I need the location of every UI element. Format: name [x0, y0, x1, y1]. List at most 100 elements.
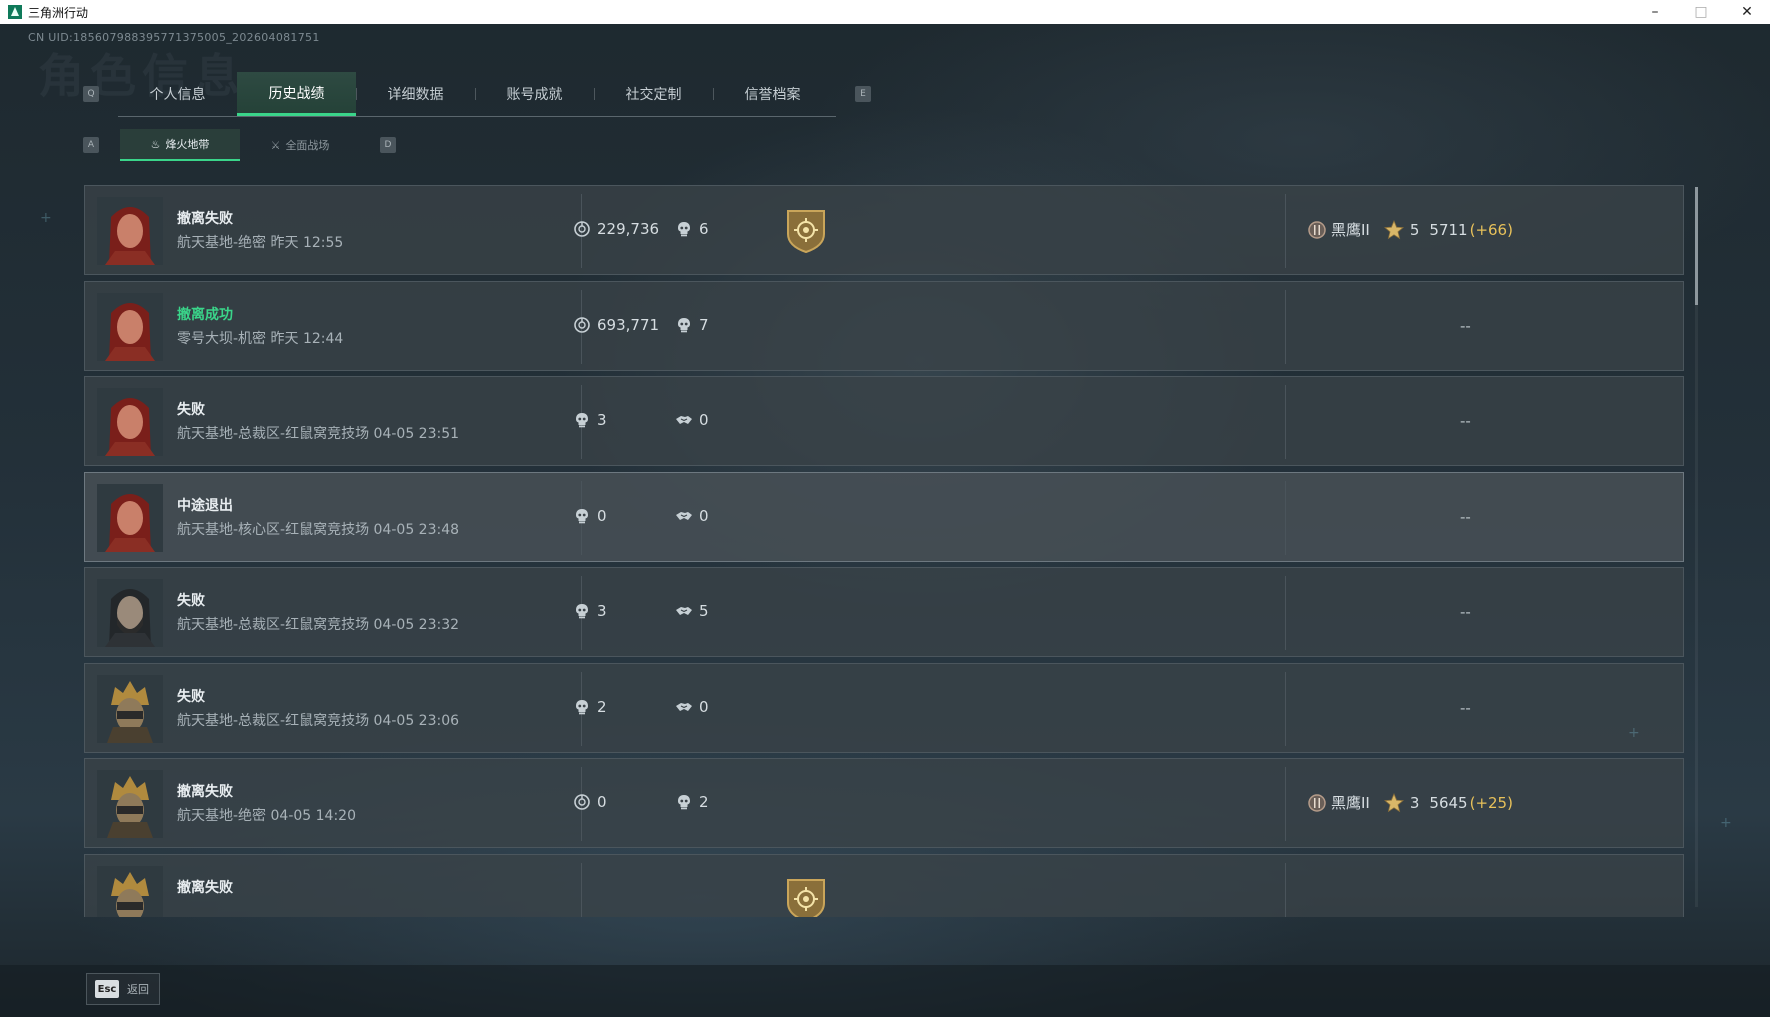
match-history-list: 撤离失败 航天基地-绝密 昨天 12:55 229,736 6 黑鹰II 5 5711 (+6…: [84, 185, 1686, 917]
rank-info: 黑鹰II 3 5645 (+25): [1307, 792, 1513, 813]
coin-icon: [574, 794, 590, 810]
match-row[interactable]: 失败 航天基地-总裁区-红鼠窝竞技场 04-05 23:06 2 0 --: [84, 663, 1684, 753]
kills-stat: 7: [675, 316, 709, 334]
rank-score: 5711: [1429, 220, 1468, 239]
kills-count: 6: [699, 220, 709, 238]
back-button[interactable]: Esc 返回: [86, 973, 160, 1005]
extract-value: 0: [597, 793, 607, 811]
rank-empty: --: [1460, 412, 1471, 430]
deco-cross: +: [40, 210, 52, 226]
skull-icon: [576, 604, 588, 619]
match-map-time: 航天基地-总裁区-红鼠窝竞技场 04-05 23:51: [177, 426, 460, 442]
match-result: 撤离失败: [177, 880, 233, 896]
subtab-label: 全面战场: [285, 139, 330, 152]
skull-icon: [678, 318, 690, 333]
match-result: 撤离失败: [177, 211, 233, 227]
rank-empty: --: [1460, 508, 1471, 526]
match-result: 失败: [177, 689, 205, 705]
scrollbar-thumb[interactable]: [1695, 187, 1698, 305]
tab-3[interactable]: 账号成就: [475, 72, 594, 116]
tab-5[interactable]: 信誉档案: [713, 72, 832, 116]
column-divider: [1285, 290, 1286, 364]
tab-2[interactable]: 详细数据: [356, 72, 475, 116]
coin-icon: [574, 317, 590, 333]
esc-key: Esc: [95, 980, 119, 998]
assists-count: 0: [699, 411, 709, 429]
avatar: [97, 770, 163, 838]
match-map-time: 航天基地-总裁区-红鼠窝竞技场 04-05 23:32: [177, 617, 460, 633]
rank-info: 黑鹰II 5 5711 (+66): [1307, 219, 1513, 240]
tab-0[interactable]: 个人信息: [118, 72, 237, 116]
skull-icon: [678, 795, 690, 810]
rank-delta: (+25): [1469, 793, 1513, 812]
tab-1[interactable]: 历史战绩: [237, 72, 356, 116]
rank-emblem-icon: [1308, 793, 1326, 812]
kills-stat: 0: [573, 507, 607, 525]
assists-stat: 5: [675, 602, 709, 620]
match-row[interactable]: 撤离失败航天基地-绝密 昨天 12:55 229,736 6 黑鹰II 5 5711 (+6…: [84, 185, 1684, 275]
avatar: [97, 866, 163, 917]
rank-emblem-icon: [1308, 220, 1326, 239]
assists-stat: 0: [675, 507, 709, 525]
handshake-icon: [676, 607, 692, 615]
skull-icon: [678, 222, 690, 237]
kills-count: 3: [597, 411, 607, 429]
handshake-icon: [676, 512, 692, 520]
window-title: 三角洲行动: [28, 5, 89, 20]
kills-count: 3: [597, 602, 607, 620]
match-row[interactable]: 撤离成功 零号大坝-机密 昨天 12:44 693,771 7 --: [84, 281, 1684, 371]
app-icon: [8, 5, 22, 19]
column-divider: [1285, 672, 1286, 746]
match-result: 撤离失败: [177, 784, 233, 800]
avatar: [97, 675, 163, 743]
kills-count: 0: [597, 507, 607, 525]
subtab-next-key[interactable]: D: [380, 137, 396, 153]
match-row[interactable]: 失败航天基地-总裁区-红鼠窝竞技场 04-05 23:32 3 5 --: [84, 567, 1684, 657]
minimize-button[interactable]: –: [1632, 0, 1678, 24]
uid-label: CN UID:18560798839577137500​5_2026040817…: [28, 31, 320, 44]
avatar: [97, 388, 163, 456]
match-result: 撤离成功: [177, 307, 233, 323]
assists-count: 0: [699, 507, 709, 525]
rank-delta: (+66): [1469, 220, 1513, 239]
tab-next-key[interactable]: E: [855, 86, 871, 102]
match-map-time: 零号大坝-机密 昨天 12:44: [177, 331, 344, 347]
subtab-1[interactable]: ⚔ 全面战场: [240, 129, 360, 161]
maximize-button[interactable]: □: [1678, 0, 1724, 24]
column-divider: [581, 863, 582, 917]
subtab-prev-key[interactable]: A: [83, 137, 99, 153]
match-row[interactable]: 撤离失败: [84, 854, 1684, 917]
kills-stat: 2: [675, 793, 709, 811]
extract-value: 229,736: [597, 220, 660, 238]
match-result: 失败: [177, 593, 205, 609]
deco-cross: +: [1628, 725, 1640, 741]
kills-count: 2: [699, 793, 709, 811]
medal-badge-icon: [787, 210, 825, 254]
tab-4[interactable]: 社交定制: [594, 72, 713, 116]
match-result: 中途退出: [177, 498, 233, 514]
kills-stat: 6: [675, 220, 709, 238]
assists-stat: 0: [675, 411, 709, 429]
star-icon: [1383, 792, 1404, 812]
tab-prev-key[interactable]: Q: [83, 86, 99, 102]
rank-empty: --: [1460, 603, 1471, 621]
column-divider: [1285, 194, 1286, 268]
column-divider: [1285, 481, 1286, 555]
match-map-time: 航天基地-绝密 昨天 12:55: [177, 235, 344, 251]
main-tabs: 个人信息 历史战绩 详细数据 账号成就 社交定制 信誉档案: [118, 72, 836, 117]
extract-value: 693,771: [597, 316, 660, 334]
extract-value-stat: 693,771: [573, 316, 659, 334]
match-row[interactable]: 失败 航天基地-总裁区-红鼠窝竞技场 04-05 23:51 3 0 --: [84, 376, 1684, 466]
match-row[interactable]: 撤离失败航天基地-绝密 04-05 14:20 0 2 黑鹰II 3 5645 (+25): [84, 758, 1684, 848]
close-button[interactable]: ✕: [1724, 0, 1770, 24]
kills-count: 7: [699, 316, 709, 334]
avatar: [97, 197, 163, 265]
match-row[interactable]: 中途退出 航天基地-核心区-红鼠窝竞技场 04-05 23:48 0 0 --: [84, 472, 1684, 562]
column-divider: [1285, 767, 1286, 841]
handshake-icon: [676, 703, 692, 711]
rank-empty: --: [1460, 699, 1471, 717]
rank-name: 黑鹰II: [1331, 794, 1370, 812]
match-map-time: 航天基地-绝密 04-05 14:20: [177, 808, 356, 824]
subtab-0[interactable]: ♨ 烽火地带: [120, 129, 240, 161]
kills-stat: 3: [573, 411, 607, 429]
